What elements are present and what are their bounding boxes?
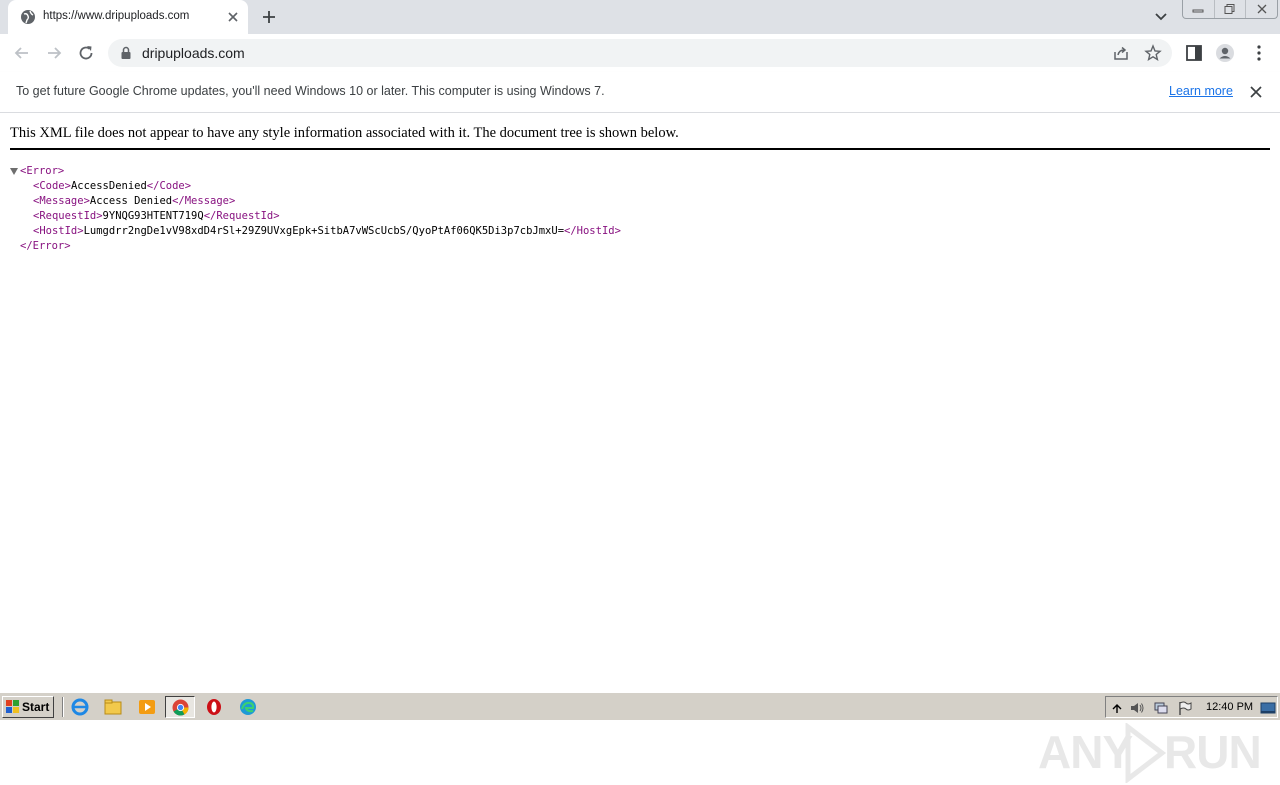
taskbar-separator [62,697,64,717]
windows-taskbar: Start 12:40 PM [0,692,1280,720]
close-window-icon [1257,4,1267,14]
xml-tag: <Code> [33,180,71,192]
address-bar[interactable]: dripuploads.com [108,39,1172,67]
xml-tag: <HostId> [33,225,84,237]
watermark-right-text: RUN [1164,726,1262,778]
media-player-icon[interactable] [136,697,158,717]
xml-message-line: <Message>Access Denied</Message> [33,194,235,209]
xml-code-line: <Code>AccessDenied</Code> [33,179,191,194]
show-desktop-icon[interactable] [1260,700,1276,716]
network-icon[interactable] [1153,700,1169,716]
xml-tag: </HostId> [564,225,621,237]
internet-explorer-icon[interactable] [69,697,91,717]
address-url: dripuploads.com [142,45,245,61]
infobar-close-icon[interactable] [1248,84,1264,100]
xml-tag: <Message> [33,195,90,207]
windows-logo-icon [6,700,19,713]
show-hidden-icons-icon[interactable] [1109,700,1125,716]
xml-tag: <Error> [20,165,65,177]
learn-more-link[interactable]: Learn more [1169,84,1233,98]
notice-divider [10,148,1270,150]
restore-icon [1224,4,1235,14]
taskbar-clock[interactable]: 12:40 PM [1206,701,1253,713]
page-content: This XML file does not appear to have an… [0,113,1280,783]
profile-avatar-icon[interactable] [1215,43,1235,63]
infobar-message: To get future Google Chrome updates, you… [16,84,605,98]
xml-value: Access Denied [89,195,173,207]
tab-search-chevron-icon[interactable] [1152,9,1170,25]
start-label: Start [22,700,50,714]
file-explorer-icon[interactable] [102,697,124,717]
anyrun-watermark: ANY RUN [1036,721,1262,785]
xml-tag: </RequestId> [203,210,280,222]
watermark-left-text: ANY [1038,726,1133,778]
tab-title: https://www.dripuploads.com [43,10,190,22]
bookmark-star-icon[interactable] [1144,44,1162,62]
tab-strip: https://www.dripuploads.com [0,0,1280,34]
start-button[interactable]: Start [2,696,54,718]
xml-value: AccessDenied [70,180,147,192]
xml-style-notice: This XML file does not appear to have an… [10,125,679,141]
speaker-icon[interactable] [1129,700,1145,716]
xml-tag: <RequestId> [33,210,103,222]
xml-tag: </Message> [172,195,236,207]
tab-close-icon[interactable] [225,9,241,25]
lock-icon[interactable] [120,46,132,60]
restore-button[interactable] [1213,0,1246,18]
xml-tag: </Error> [20,240,71,252]
forward-arrow-icon[interactable] [44,43,64,63]
update-infobar: To get future Google Chrome updates, you… [0,72,1280,113]
window-controls [1182,0,1278,19]
more-menu-icon[interactable] [1249,43,1269,63]
reload-icon[interactable] [76,43,96,63]
globe-icon [21,10,35,24]
collapse-triangle-icon[interactable] [10,168,18,175]
xml-root-close-line: </Error> [20,239,71,254]
xml-requestid-line: <RequestId>9YNQG93HTENT719Q</RequestId> [33,209,280,224]
xml-tag: </Code> [146,180,192,192]
xml-root-open-line: <Error> [0,164,64,179]
share-icon[interactable] [1112,44,1130,62]
new-tab-plus-icon[interactable] [260,8,278,26]
play-logo-icon [1125,723,1167,783]
minimize-icon [1192,9,1204,13]
action-center-flag-icon[interactable] [1177,700,1193,716]
xml-hostid-line: <HostId>Lumgdrr2ngDe1vV98xdD4rSl+29Z9UVx… [33,224,621,239]
browser-toolbar: dripuploads.com [0,34,1280,73]
chrome-taskbar-button[interactable] [165,696,195,718]
xml-value: Lumgdrr2ngDe1vV98xdD4rSl+29Z9UVxgEpk+Sit… [83,225,565,237]
close-window-button[interactable] [1245,0,1277,18]
opera-icon[interactable] [203,697,225,717]
chrome-icon [172,699,189,716]
browser-tab[interactable]: https://www.dripuploads.com [8,0,248,34]
minimize-button[interactable] [1183,0,1214,18]
xml-value: 9YNQG93HTENT719Q [102,210,204,222]
back-arrow-icon[interactable] [12,43,32,63]
system-tray: 12:40 PM [1105,696,1278,718]
side-panel-icon[interactable] [1184,43,1204,63]
edge-icon[interactable] [237,697,259,717]
